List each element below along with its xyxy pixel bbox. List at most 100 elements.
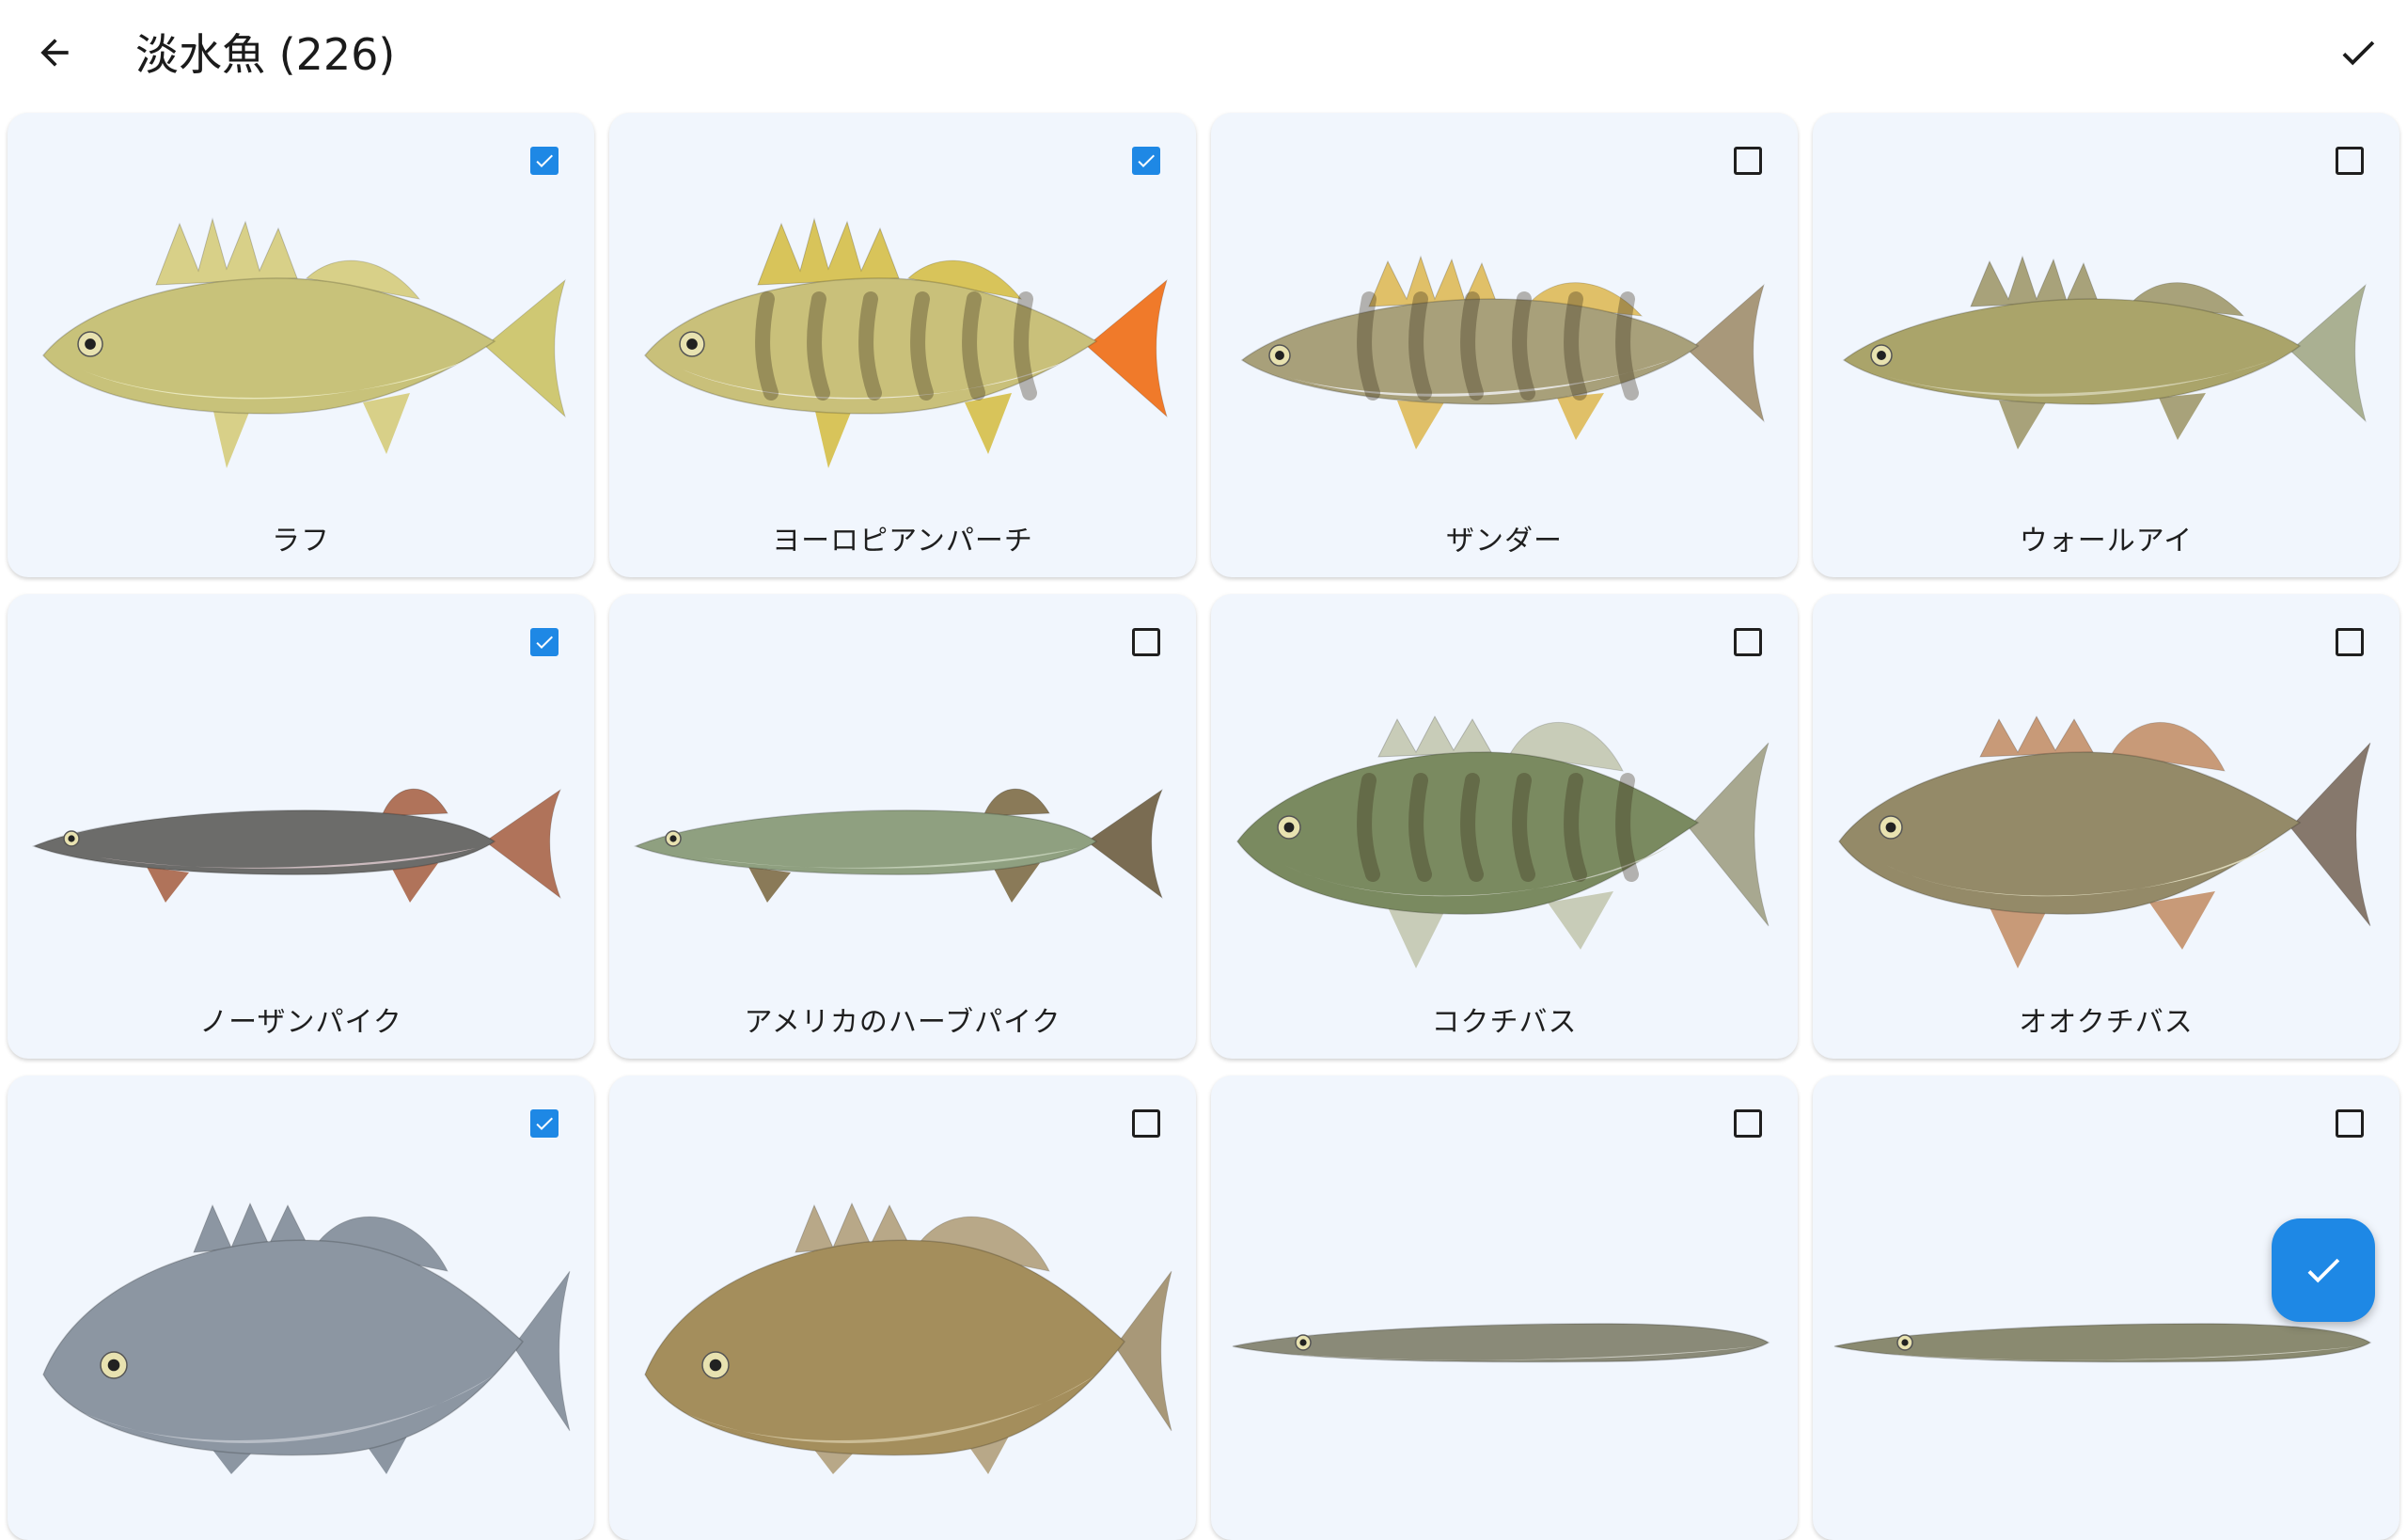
fish-pupil [709, 1359, 722, 1372]
fish-drawing [1232, 1323, 1770, 1363]
fish-drawing [644, 1202, 1172, 1474]
fish-stripe [1408, 773, 1432, 882]
fish-name: ラフ [272, 525, 330, 558]
fish-tail [484, 278, 566, 418]
fish-image [1236, 715, 1770, 968]
fish-pelvic-fin [1990, 907, 2046, 968]
fish-pupil [686, 338, 698, 350]
fish-drawing [644, 217, 1168, 468]
fish-grid: ラフ ヨーロピアンパーチ ザンダー ウォールアイノーザンパイク アメリカのハーブパイク コ… [0, 0, 2407, 1540]
fish-checkbox[interactable] [1132, 628, 1160, 656]
fish-card[interactable]: アメリカのハーブパイク [609, 594, 1196, 1059]
fish-stripe [1460, 291, 1484, 401]
fish-pelvic-fin [147, 867, 189, 903]
fish-stripe [1408, 291, 1432, 401]
fish-drawing [42, 217, 566, 468]
fish-stripe [1014, 291, 1037, 401]
fish-card[interactable] [609, 1076, 1196, 1540]
fish-stripe [1512, 773, 1535, 882]
fish-card[interactable] [8, 1076, 594, 1540]
fish-pupil [1283, 822, 1295, 833]
fish-pelvic-fin [1388, 907, 1444, 968]
check-icon [536, 636, 553, 649]
fish-pupil [107, 1359, 120, 1372]
fab-confirm-button[interactable] [2272, 1218, 2375, 1322]
fish-pupil [1885, 822, 1896, 833]
fish-card[interactable]: コクチバス [1211, 594, 1798, 1059]
fish-card[interactable]: ヨーロピアンパーチ [609, 113, 1196, 577]
fish-image [644, 1202, 1172, 1474]
fish-card[interactable]: ラフ [8, 113, 594, 577]
fish-dorsal-fin [757, 217, 900, 286]
fish-stripe [1357, 773, 1380, 882]
fish-drawing [1240, 255, 1765, 449]
fish-card[interactable]: ザンダー [1211, 113, 1798, 577]
fish-image [633, 788, 1164, 903]
fish-name [1813, 1478, 2399, 1531]
fish-checkbox[interactable] [2336, 1109, 2364, 1138]
fish-card[interactable]: ウォールアイ [1813, 113, 2399, 577]
fish-checkbox[interactable] [1734, 1109, 1762, 1138]
fish-image [42, 1202, 571, 1474]
fish-pelvic-fin [212, 407, 250, 468]
fish-body [31, 809, 496, 875]
fish-checkbox[interactable] [530, 147, 558, 175]
fish-tail [1688, 742, 1770, 927]
fish-dorsal-fin [983, 788, 1050, 817]
fish-stripe [755, 291, 779, 401]
fish-body [1232, 1323, 1770, 1363]
fish-name: アメリカのハーブパイク [744, 1006, 1062, 1039]
fish-stripe [1564, 773, 1587, 882]
fish-checkbox[interactable] [1734, 147, 1762, 175]
fish-tail [1086, 278, 1168, 418]
fish-pupil [1877, 351, 1886, 360]
fish-body [1838, 751, 2302, 915]
fish-tail [2289, 742, 2371, 927]
fish-tail [1114, 1270, 1172, 1432]
fish-checkbox[interactable] [530, 1109, 558, 1138]
fish-stripe [962, 291, 985, 401]
fish-body [644, 1239, 1126, 1456]
fish-checkbox[interactable] [2336, 628, 2364, 656]
fish-card[interactable]: オオクチバス [1813, 594, 2399, 1059]
fish-checkbox[interactable] [530, 628, 558, 656]
fish-card[interactable] [1211, 1076, 1798, 1540]
fish-pupil [669, 835, 677, 842]
fish-pelvic-fin [814, 407, 852, 468]
check-icon [2307, 1258, 2340, 1283]
fish-stripe [858, 291, 882, 401]
fish-image [1240, 255, 1765, 449]
fish-drawing [1838, 715, 2371, 968]
fish-card[interactable]: ノーザンパイク [8, 594, 594, 1059]
fish-anal-fin [363, 393, 410, 454]
fish-tail [484, 788, 562, 900]
fish-dorsal-fin [381, 788, 448, 817]
fish-tail [512, 1270, 571, 1432]
fish-body [42, 1239, 525, 1456]
fish-image [1838, 715, 2371, 968]
fish-checkbox[interactable] [1132, 147, 1160, 175]
fish-checkbox[interactable] [1132, 1109, 1160, 1138]
fish-name: ノーザンパイク [199, 1006, 402, 1039]
fish-drawing [42, 1202, 571, 1474]
check-icon [536, 1117, 553, 1130]
fish-name: コクチバス [1431, 1006, 1578, 1039]
fish-pupil [1901, 1339, 1909, 1346]
fish-image [42, 217, 566, 468]
fish-pelvic-fin [1999, 401, 2046, 449]
fish-name [8, 1478, 594, 1531]
fish-tail [1688, 283, 1765, 423]
fish-image [644, 217, 1168, 468]
fish-pupil [1299, 1339, 1307, 1346]
fish-checkbox[interactable] [1734, 628, 1762, 656]
fish-anal-fin [965, 393, 1012, 454]
fish-drawing [1842, 255, 2367, 449]
check-icon [1138, 154, 1155, 167]
fish-stripe [807, 291, 830, 401]
fish-body [42, 277, 496, 415]
check-icon [536, 154, 553, 167]
fish-stripe [1615, 773, 1639, 882]
fish-checkbox[interactable] [2336, 147, 2364, 175]
fish-dorsal-fin [1979, 715, 2094, 758]
fish-dorsal-fin [1377, 715, 1492, 758]
